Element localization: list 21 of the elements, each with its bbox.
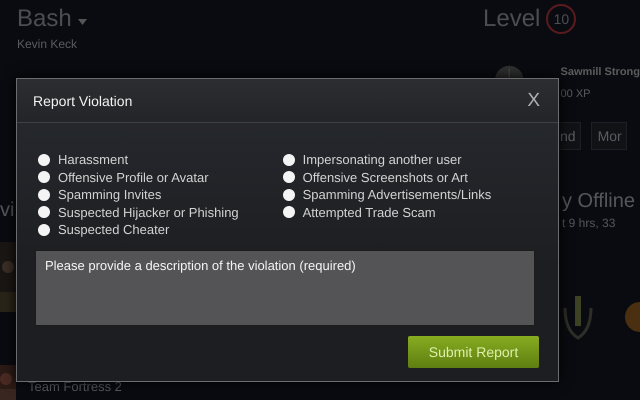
close-button[interactable]: X: [525, 90, 542, 112]
radio-option[interactable]: Spamming Invites: [38, 186, 283, 204]
radio-option[interactable]: Attempted Trade Scam: [282, 204, 537, 221]
profile-name: Bash: [17, 5, 72, 33]
radio-option[interactable]: Impersonating another user: [282, 151, 537, 168]
radio-option[interactable]: Suspected Cheater: [38, 221, 283, 238]
real-name: Kevin Keck: [17, 37, 78, 51]
xp-text: 00 XP: [560, 88, 592, 100]
level-label: Level: [483, 5, 540, 33]
last-online-text: t 9 hrs, 33: [561, 216, 616, 230]
radio-option[interactable]: Suspected Hijacker or Phishing: [38, 204, 283, 221]
radio-option[interactable]: Offensive Profile or Avatar: [38, 168, 283, 186]
dialog-title: Report Violation: [33, 92, 132, 108]
radio-option[interactable]: Harassment: [38, 151, 283, 168]
section-heading: vi: [0, 199, 14, 222]
level-badge: 10: [546, 4, 576, 34]
friend-name: Sawmill Strong: [560, 66, 640, 78]
game-title: Team Fortress 2: [28, 379, 122, 394]
description-field[interactable]: Please provide a description of the violation (required): [35, 250, 535, 326]
radio-option[interactable]: Offensive Screenshots or Art: [282, 168, 537, 186]
radio-option[interactable]: Spamming Advertisements/Links: [282, 186, 537, 204]
